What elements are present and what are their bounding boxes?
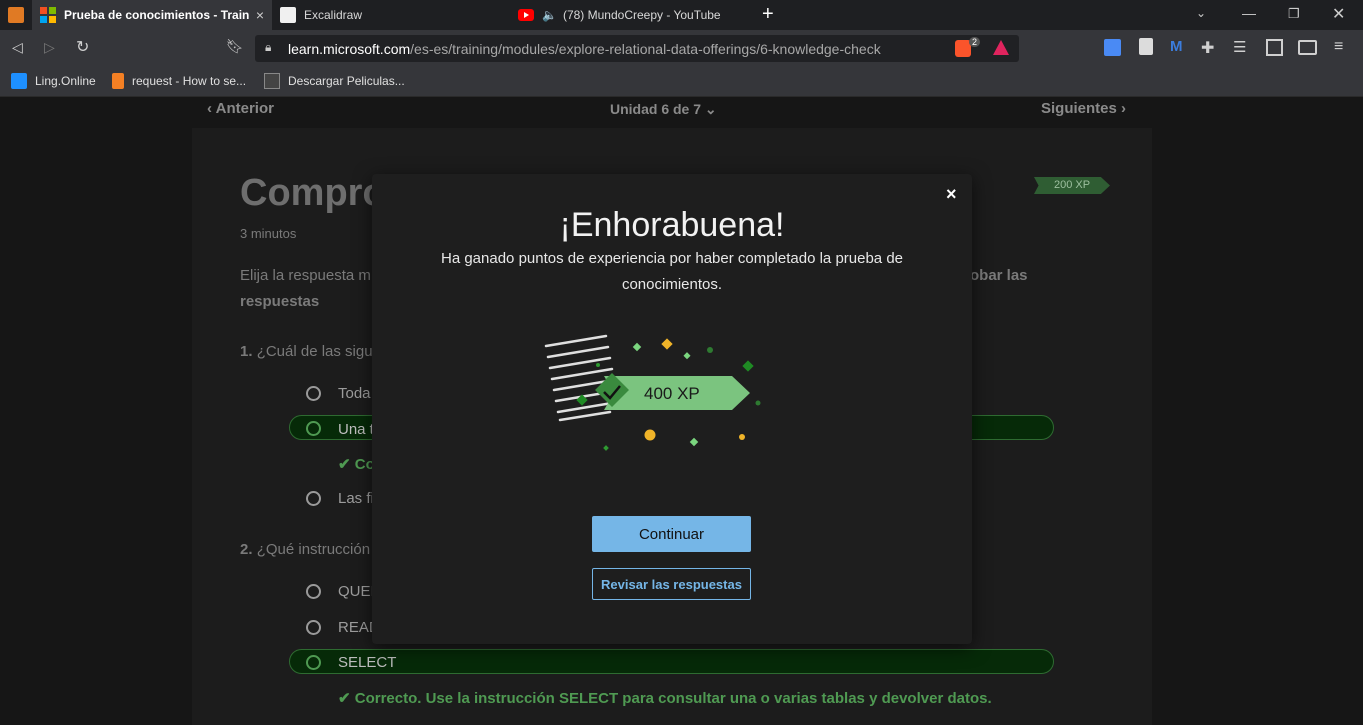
checkmark-icon: ✔ (338, 456, 355, 473)
option-label: SELECT (338, 654, 397, 671)
feedback-correct: ✔ Co (338, 455, 375, 473)
radio-button[interactable] (306, 584, 321, 599)
option-label: QUEI (338, 583, 375, 600)
xp-badge: 200 XP (1034, 177, 1110, 194)
review-answers-button[interactable]: Revisar las respuestas (592, 568, 751, 600)
bookmark-label: Ling.Online (35, 74, 96, 88)
bookmark-label: Descargar Peliculas... (288, 74, 405, 88)
bookmark-ling-online[interactable]: Ling.Online (11, 72, 96, 90)
url-path: /es-es/training/modules/explore-relation… (410, 41, 881, 57)
previous-unit-link[interactable]: ‹ Anterior (207, 100, 274, 117)
radio-button-selected[interactable] (306, 421, 321, 436)
bookmark-peliculas[interactable]: Descargar Peliculas... (264, 72, 405, 90)
tab-title: (78) MundoCreepy - YouTube (562, 8, 721, 22)
bookmark-icon[interactable]: 🔖︎ (226, 38, 244, 55)
back-icon[interactable]: ◁ (12, 39, 23, 56)
extension-icon[interactable] (1139, 38, 1153, 55)
checkmark-icon: ✔ (338, 690, 355, 707)
dialog-title: ¡Enhorabuena! (559, 206, 785, 244)
minimize-icon[interactable]: — (1242, 5, 1256, 21)
tab-knowledge-check[interactable]: Prueba de conocimientos - Trainir × (32, 0, 272, 30)
close-tab-icon[interactable]: × (256, 7, 264, 23)
radio-button-selected[interactable] (306, 655, 321, 670)
browser-tab-bar: Prueba de conocimientos - Trainir × Exca… (0, 0, 1363, 30)
chevron-right-icon: › (1116, 100, 1127, 117)
congratulations-dialog: × ¡Enhorabuena! Ha ganado puntos de expe… (372, 174, 972, 644)
close-icon[interactable]: × (946, 184, 957, 205)
tab-search-icon[interactable]: ⌄ (1196, 6, 1206, 20)
url-domain: learn.microsoft.com (288, 41, 411, 57)
tab-title: Excalidraw (304, 8, 363, 22)
film-icon (264, 73, 280, 89)
url-text[interactable]: learn.microsoft.com/es-es/training/modul… (288, 41, 881, 57)
option-label: Las fi (338, 490, 374, 507)
address-bar[interactable]: 🔒︎ learn.microsoft.com/es-es/training/mo… (255, 35, 1019, 62)
instructions-line2: respuestas (240, 293, 320, 310)
lock-icon: 🔒︎ (265, 40, 272, 54)
playlist-icon[interactable]: ☰ (1233, 38, 1246, 56)
question-number: 2. (240, 541, 253, 558)
feedback-correct: ✔ Correcto. Use la instrucción SELECT pa… (338, 689, 992, 707)
puzzle-icon[interactable]: ✚ (1201, 38, 1214, 58)
tab-youtube[interactable]: 🔈 (78) MundoCreepy - YouTube (510, 0, 750, 30)
next-label: Siguientes (1041, 100, 1117, 117)
profile-icon (8, 7, 24, 23)
page-title: Compro (240, 172, 386, 214)
xp-amount: 400 XP (644, 384, 700, 403)
option-label: Una t (338, 421, 374, 438)
duration-text: 3 minutos (240, 226, 297, 241)
tab-title: Prueba de conocimientos - Trainir (64, 8, 249, 22)
microsoft-logo-icon (40, 7, 56, 23)
wallet-icon[interactable] (1298, 40, 1317, 55)
forward-icon[interactable]: ▷ (44, 39, 55, 56)
tab-excalidraw[interactable]: Excalidraw (272, 0, 510, 30)
dialog-message: Ha ganado puntos de experiencia por habe… (441, 250, 903, 293)
radio-button[interactable] (306, 386, 321, 401)
bookmarks-bar: Ling.Online request - How to se... Desca… (0, 66, 1363, 97)
brave-rewards-icon[interactable] (993, 40, 1009, 55)
radio-button[interactable] (306, 491, 321, 506)
selected-answer-row[interactable] (289, 649, 1054, 674)
reload-icon[interactable]: ↻ (76, 37, 89, 57)
bookmark-request[interactable]: request - How to se... (112, 72, 246, 90)
ling-online-icon (11, 73, 27, 89)
window-close-icon[interactable]: ✕ (1332, 4, 1345, 24)
shield-count-badge: 2 (969, 37, 981, 47)
instructions-start: Elija la respuesta m (240, 267, 371, 284)
youtube-icon (518, 9, 534, 21)
feedback-text: Correcto. Use la instrucción SELECT para… (354, 690, 992, 707)
question-number: 1. (240, 343, 253, 360)
unit-label: Unidad 6 de 7 (610, 101, 702, 117)
continue-button[interactable]: Continuar (592, 516, 751, 552)
excalidraw-icon (280, 7, 296, 23)
chevron-left-icon: ‹ (207, 100, 216, 117)
question-text: ¿Cuál de las sigu (256, 343, 373, 360)
new-tab-button[interactable]: + (762, 3, 774, 26)
radio-button[interactable] (306, 620, 321, 635)
next-unit-link[interactable]: Siguientes › (1041, 100, 1126, 117)
previous-label: Anterior (215, 100, 274, 117)
metamask-icon[interactable]: M (1170, 38, 1183, 55)
stackoverflow-icon (112, 73, 124, 89)
instructions-end: obar las (970, 267, 1028, 284)
restore-icon[interactable]: ❐ (1288, 6, 1300, 22)
profile-button[interactable] (0, 0, 30, 30)
question-text: ¿Qué instrucción (256, 541, 371, 558)
option-label: Toda (338, 385, 371, 402)
chevron-down-icon: ⌄ (701, 101, 717, 117)
sidebar-icon[interactable] (1266, 39, 1283, 56)
speaker-icon[interactable]: 🔈 (542, 8, 557, 22)
unit-selector[interactable]: Unidad 6 de 7 ⌄ (610, 101, 717, 118)
translate-icon[interactable] (1104, 39, 1121, 56)
bookmark-label: request - How to se... (132, 74, 247, 88)
question-2: 2. ¿Qué instrucción (240, 541, 370, 558)
question-1: 1. ¿Cuál de las sigu (240, 343, 373, 360)
menu-icon[interactable]: ≡ (1334, 38, 1343, 56)
